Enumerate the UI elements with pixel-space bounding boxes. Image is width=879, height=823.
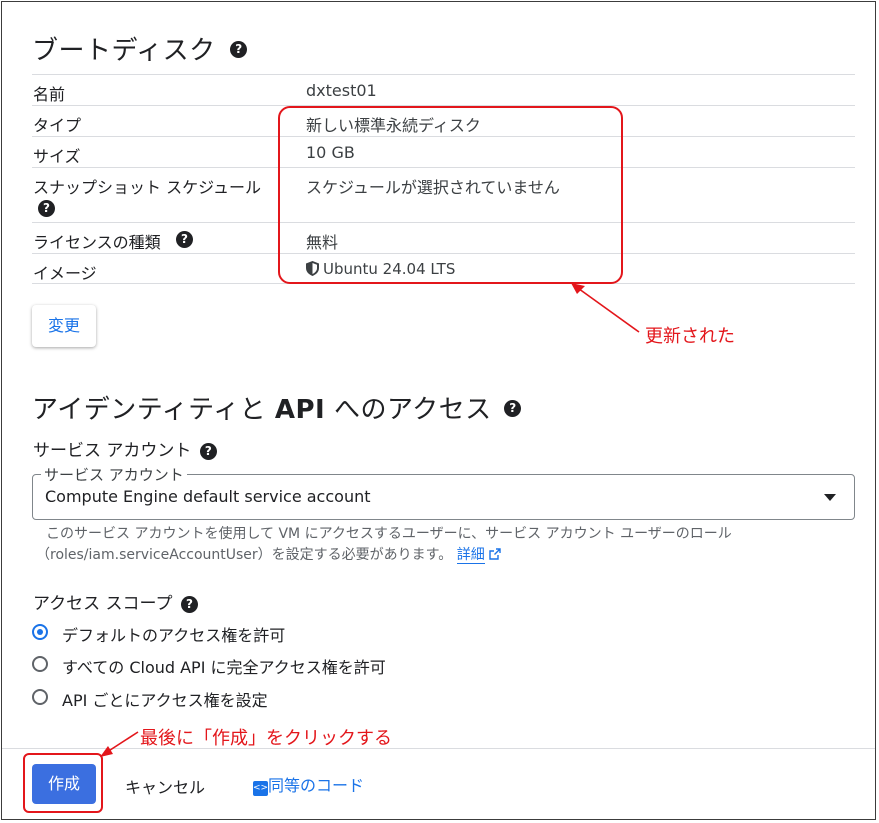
help-icon[interactable]: ? [199,442,217,460]
identity-title-part2: へのアクセス [325,395,492,425]
hint-text: （roles/iam.serviceAccountUser）を設定する必要があり… [36,547,453,563]
change-button[interactable]: 変更 [32,305,96,347]
identity-title-part1: アイデンティティと [32,395,275,425]
equivalent-code-button[interactable]: <>同等のコード [253,772,364,796]
row-key: スナップショット スケジュール [33,178,261,197]
equivalent-code-label: 同等のコード [268,776,365,795]
help-icon[interactable]: ? [176,231,193,248]
code-icon: <> [253,781,268,796]
annotation-arrow-icon [100,731,139,757]
annotation-create-box [23,753,103,813]
radio-label: すべての Cloud API に完全アクセス権を許可 [62,658,386,677]
row-key: 名前 [33,85,66,104]
help-icon[interactable]: ? [504,400,522,417]
disk-row-name: 名前 dxtest01 [32,74,855,105]
identity-heading: アイデンティティと API へのアクセス ? [32,389,522,426]
service-account-hint-line2: （roles/iam.serviceAccountUser）を設定する必要があり… [36,544,501,564]
identity-title-api: API [274,395,326,425]
row-key: タイプ [33,116,82,135]
row-key: サイズ [33,147,81,166]
details-link[interactable]: 詳細 [456,547,485,564]
external-link-icon[interactable] [489,548,501,560]
select-value: Compute Engine default service account [45,487,371,506]
annotation-final-step-text: 最後に「作成」をクリックする [140,728,392,749]
radio-unselected[interactable] [32,689,48,705]
help-icon[interactable]: ? [230,41,248,58]
select-legend: サービス アカウント [41,464,187,485]
service-account-heading: サービス アカウント ? [33,436,217,461]
annotation-highlight-box [278,106,623,284]
radio-label: API ごとにアクセス権を設定 [62,691,268,710]
boot-disk-title: ブートディスク [32,36,216,66]
annotation-updated-text: 更新された [645,326,735,347]
boot-disk-heading: ブートディスク ? [32,30,248,67]
annotation-arrow-icon [571,283,640,333]
cancel-button[interactable]: キャンセル [125,774,205,798]
access-scope-label: アクセス スコープ [33,594,173,614]
access-scope-heading: アクセス スコープ ? [33,589,198,614]
service-account-hint-line1: このサービス アカウントを使用して VM にアクセスするユーザーに、サービス ア… [46,526,732,542]
row-key: ライセンスの種類 [33,233,161,252]
service-account-label: サービス アカウント [33,441,192,461]
row-value: dxtest01 [306,81,377,100]
help-icon[interactable]: ? [180,595,198,613]
radio-selected[interactable] [32,624,48,640]
service-account-select[interactable]: サービス アカウント Compute Engine default servic… [32,464,855,520]
dropdown-arrow-icon[interactable] [824,494,836,501]
row-key: イメージ [33,264,97,283]
radio-unselected[interactable] [32,656,48,672]
radio-label: デフォルトのアクセス権を許可 [62,626,286,645]
help-icon[interactable]: ? [38,200,55,217]
